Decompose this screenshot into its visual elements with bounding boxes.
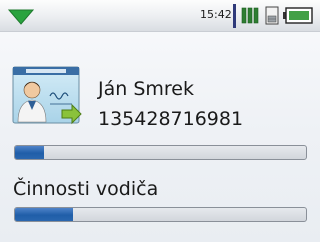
tachograph-screen: 15:42 Ján Smrek 135428716981 Činnosti vo…: [0, 0, 320, 242]
status-divider: [233, 4, 236, 28]
activities-progress: [14, 207, 307, 222]
sim-card-icon: [265, 6, 279, 25]
driver-card-number: 135428716981: [98, 108, 244, 130]
card-read-progress: [14, 145, 307, 160]
activities-progress-fill: [15, 208, 74, 221]
activities-label: Činnosti vodiča: [13, 178, 159, 200]
status-bar: 15:42: [0, 0, 320, 32]
signal-bars-icon: [241, 7, 259, 24]
status-time: 15:42: [200, 8, 232, 21]
driver-card-icon: [12, 66, 82, 125]
battery-icon: [283, 7, 313, 24]
triangle-down-icon[interactable]: [8, 9, 34, 25]
driver-name: Ján Smrek: [98, 78, 194, 100]
card-read-progress-fill: [15, 146, 45, 159]
